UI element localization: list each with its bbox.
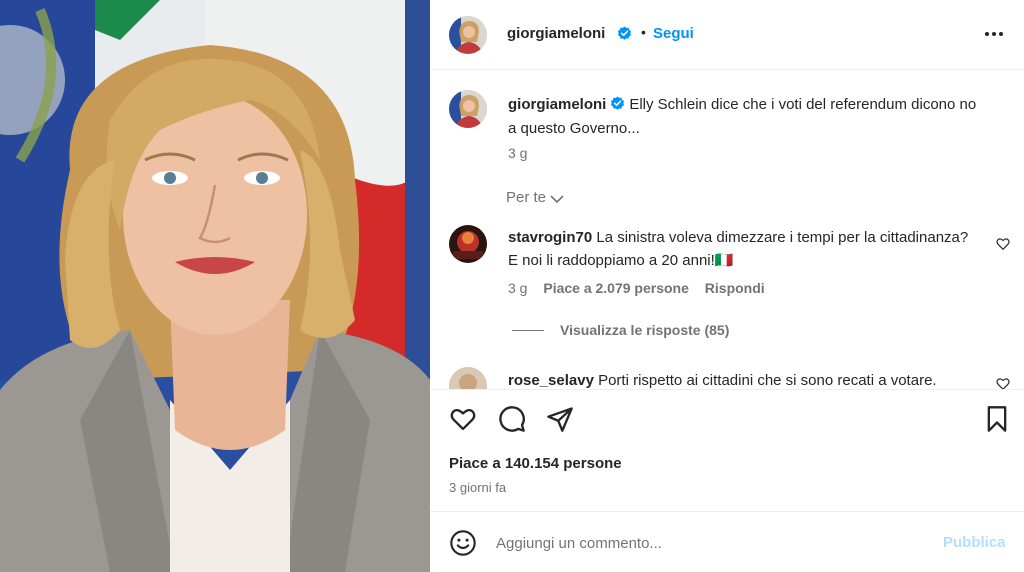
more-horizontal-icon[interactable] bbox=[982, 24, 1006, 44]
post-likes-count[interactable]: Piace a 140.154 persone bbox=[449, 455, 622, 472]
post-header: giorgiameloni • Segui bbox=[430, 0, 1024, 70]
comment-text: stavrogin70 La sinistra voleva dimezzare… bbox=[508, 226, 978, 272]
comment-timestamp: 3 g bbox=[508, 280, 528, 296]
bookmark-icon[interactable] bbox=[983, 405, 1011, 433]
comments-section[interactable]: giorgiameloni Elly Schlein dice che i vot… bbox=[430, 71, 1024, 389]
view-replies-label: Visualizza le risposte (85) bbox=[560, 322, 730, 338]
publish-button[interactable]: Pubblica bbox=[943, 534, 1006, 551]
commenter-username[interactable]: rose_selavy bbox=[508, 372, 594, 389]
post-photo bbox=[0, 0, 430, 572]
chevron-down-icon bbox=[550, 195, 564, 204]
author-username[interactable]: giorgiameloni bbox=[507, 25, 605, 42]
post-details-panel: giorgiameloni • Segui giorgiameloni Elly … bbox=[430, 0, 1024, 572]
post-actions: Piace a 140.154 persone 3 giorni fa bbox=[430, 389, 1024, 511]
verified-badge-icon bbox=[611, 96, 625, 110]
comment-filter-dropdown[interactable]: Per te bbox=[506, 189, 564, 206]
commenter-avatar[interactable] bbox=[449, 367, 487, 389]
heart-icon[interactable] bbox=[449, 405, 477, 433]
post-image[interactable] bbox=[0, 0, 430, 572]
heart-icon[interactable] bbox=[996, 237, 1010, 251]
commenter-username[interactable]: stavrogin70 bbox=[508, 229, 592, 246]
caption-timestamp: 3 g bbox=[508, 145, 528, 161]
caption-avatar[interactable] bbox=[449, 90, 487, 128]
heart-icon[interactable] bbox=[996, 377, 1010, 389]
reply-button[interactable]: Rispondi bbox=[705, 280, 765, 296]
follow-button[interactable]: Segui bbox=[653, 25, 694, 42]
view-replies-button[interactable]: Visualizza le risposte (85) bbox=[512, 322, 729, 338]
comment-likes[interactable]: Piace a 2.079 persone bbox=[543, 280, 689, 296]
comment-icon[interactable] bbox=[498, 405, 526, 433]
post-date: 3 giorni fa bbox=[449, 480, 507, 495]
comment-input[interactable] bbox=[496, 530, 926, 556]
emoji-icon[interactable] bbox=[449, 529, 477, 557]
caption: giorgiameloni Elly Schlein dice che i vot… bbox=[508, 93, 978, 141]
verified-badge-icon bbox=[613, 26, 632, 44]
author-avatar[interactable] bbox=[449, 16, 487, 54]
divider-line bbox=[512, 330, 544, 331]
comment-filter-label: Per te bbox=[506, 189, 547, 206]
comment-meta: 3 g Piace a 2.079 persone Rispondi bbox=[508, 280, 777, 296]
separator-dot: • bbox=[641, 24, 646, 40]
add-comment-bar: Pubblica bbox=[430, 511, 1024, 572]
comment-body: Porti rispetto ai cittadini che si sono … bbox=[598, 372, 937, 389]
commenter-avatar[interactable] bbox=[449, 225, 487, 263]
send-icon[interactable] bbox=[546, 405, 574, 433]
caption-username[interactable]: giorgiameloni bbox=[508, 96, 606, 113]
comment-text: rose_selavy Porti rispetto ai cittadini … bbox=[508, 369, 988, 389]
